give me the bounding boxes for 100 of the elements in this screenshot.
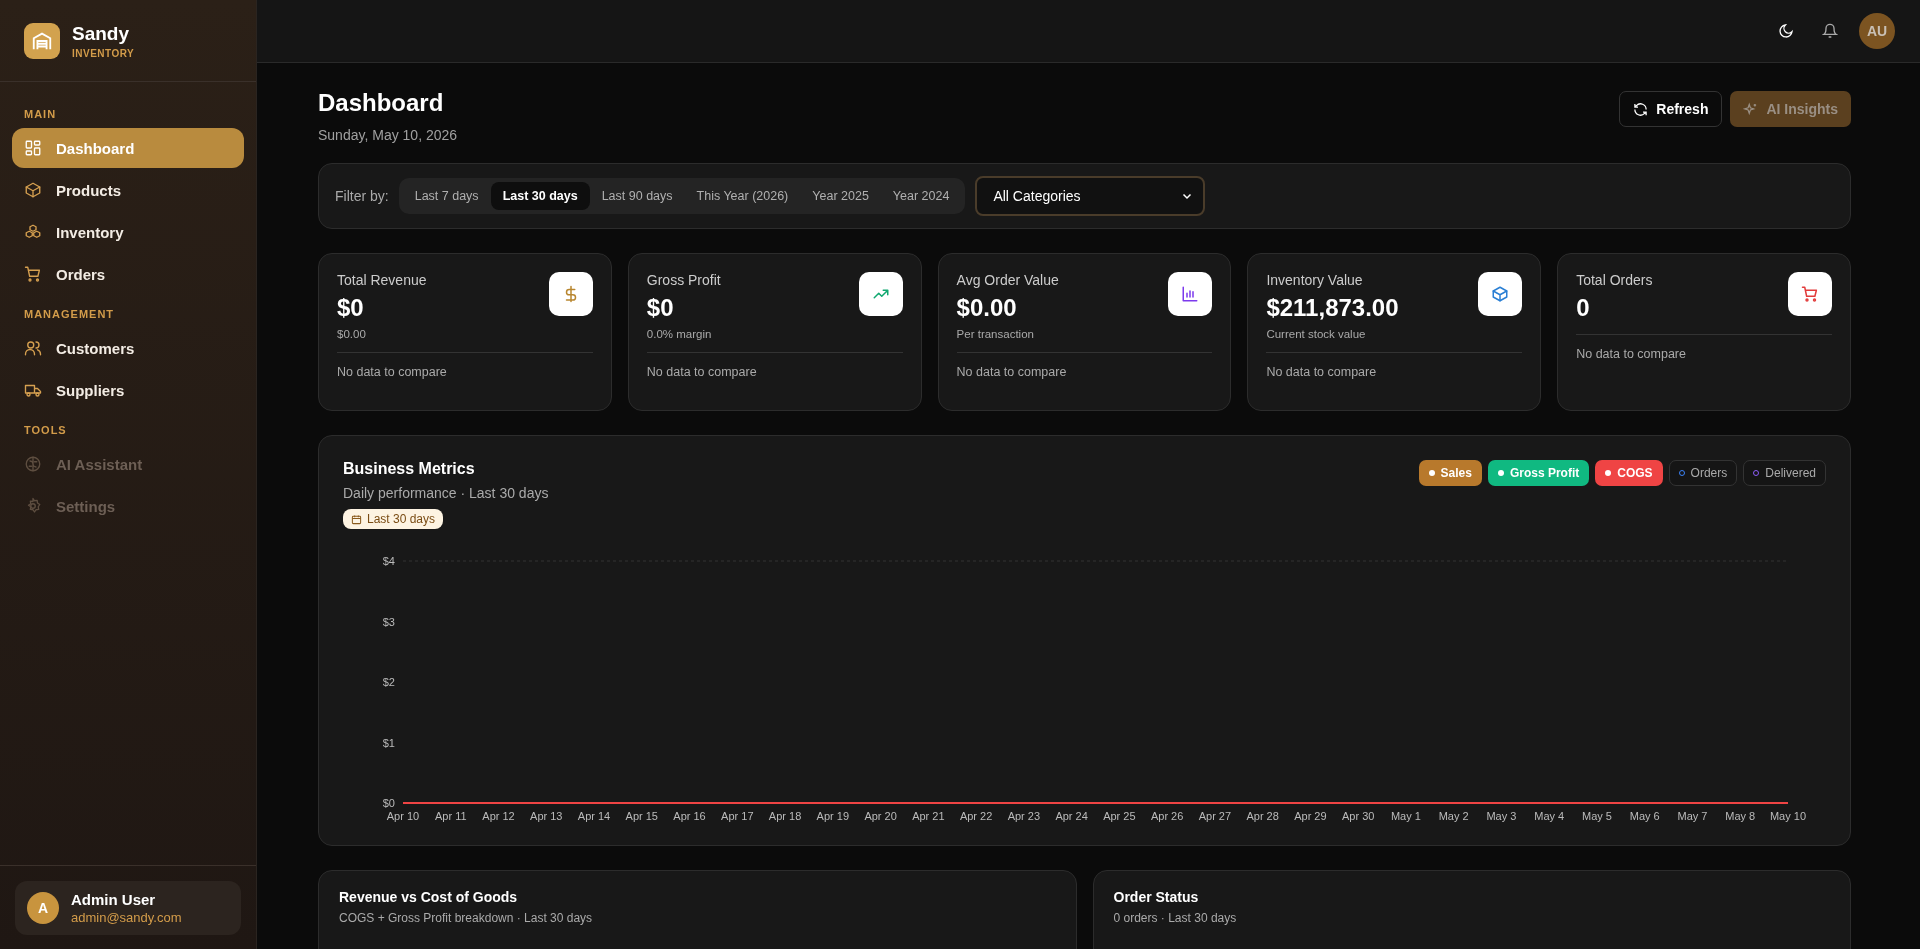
x-axis-label: May 6 (1629, 810, 1660, 822)
stat-subtitle: Current stock value (1266, 328, 1367, 340)
range-tab[interactable]: Year 2025 (800, 182, 881, 210)
panel-title: Revenue vs Cost of Goods (339, 889, 519, 905)
section-heading: MAIN (23, 107, 58, 122)
section-heading: MANAGEMENT (23, 307, 116, 322)
page-title: Dashboard (318, 89, 445, 117)
x-axis-label: Apr 27 (1198, 810, 1232, 822)
cart-icon (24, 265, 42, 283)
refresh-button[interactable]: Refresh (1619, 91, 1723, 127)
range-tab[interactable]: This Year (2026) (684, 182, 801, 210)
users-icon (24, 339, 42, 357)
x-axis-label: Apr 12 (482, 810, 515, 822)
x-axis-label: May 7 (1677, 810, 1708, 822)
sparkles-icon (1743, 101, 1759, 117)
x-axis-label: Apr 15 (625, 810, 658, 822)
range-tab[interactable]: Last 30 days (490, 182, 590, 210)
x-axis-label: Apr 18 (768, 810, 802, 822)
x-axis-label: May 5 (1582, 810, 1612, 822)
panel-title: Business Metrics (343, 460, 476, 478)
stat-subtitle: 0.0% margin (646, 328, 713, 340)
user-card[interactable]: A Admin User admin@sandy.com (15, 881, 241, 935)
legend-dot-icon (1428, 470, 1435, 476)
x-axis-label: Apr 24 (1055, 810, 1088, 822)
x-axis-label: Apr 22 (959, 810, 993, 822)
x-axis-label: Apr 26 (1150, 810, 1184, 822)
boxes-icon (24, 223, 42, 241)
box-icon (24, 181, 42, 199)
stat-subtitle: $0.00 (337, 328, 367, 340)
user-avatar: A (27, 892, 59, 924)
x-axis-label: Apr 14 (577, 810, 611, 822)
x-axis-label: Apr 19 (816, 810, 850, 822)
refresh-icon (1633, 101, 1649, 117)
legend-toggle[interactable]: Delivered (1743, 460, 1826, 486)
warehouse-logo-icon (24, 23, 60, 59)
legend-toggle[interactable]: COGS (1595, 460, 1663, 486)
range-tab[interactable]: Year 2024 (880, 182, 962, 210)
stat-value: $211,873.00 (1266, 294, 1399, 322)
x-axis-label: May 10 (1769, 810, 1807, 822)
stat-value: 0 (1576, 294, 1591, 322)
y-axis-label: $3 (382, 615, 395, 628)
range-tab[interactable]: Last 90 days (589, 182, 685, 210)
page-date: Sunday, May 10, 2026 (318, 127, 458, 143)
panel-subtitle: 0 orders · Last 30 days (1113, 911, 1238, 925)
panel-title: Order Status (1113, 889, 1200, 905)
brand-tagline: INVENTORY (72, 48, 135, 59)
user-name: Admin User (71, 891, 157, 908)
x-axis-label: Apr 17 (721, 810, 754, 822)
filter-label: Filter by: (335, 188, 389, 204)
x-axis-label: Apr 16 (673, 810, 706, 822)
stat-title: Total Revenue (337, 272, 427, 288)
x-axis-label: May 2 (1438, 810, 1469, 822)
stat-title: Avg Order Value (956, 272, 1059, 288)
range-tab[interactable]: Last 7 days (402, 182, 491, 210)
stat-title: Inventory Value (1266, 272, 1364, 288)
stat-comparison: No data to compare (956, 365, 1068, 379)
category-dropdown[interactable]: All Categories (975, 176, 1206, 216)
bell-icon (1822, 23, 1838, 39)
grid-icon (24, 139, 42, 157)
stat-value: $0 (646, 294, 675, 322)
x-axis-label: Apr 30 (1341, 810, 1375, 822)
legend-dot-icon (1497, 470, 1504, 476)
badge-label: Last 30 days (367, 512, 436, 526)
nav-item[interactable]: Suppliers (12, 370, 244, 410)
x-axis-label: Apr 10 (386, 810, 420, 822)
x-axis-label: Apr 11 (434, 810, 467, 822)
x-axis-label: May 1 (1390, 810, 1421, 822)
y-axis-label: $4 (382, 555, 395, 567)
stat-subtitle: Per transaction (956, 328, 1035, 340)
calendar-icon (351, 513, 362, 525)
stat-title: Total Orders (1576, 272, 1653, 288)
x-axis-label: Apr 20 (864, 810, 897, 822)
nav-item[interactable]: Orders (12, 254, 244, 294)
x-axis-label: Apr 23 (1007, 810, 1041, 822)
moon-icon (1778, 23, 1794, 39)
nav-item[interactable]: Inventory (12, 212, 244, 252)
stat-comparison: No data to compare (1576, 347, 1687, 361)
panel-subtitle: Daily performance · Last 30 days (343, 485, 549, 501)
y-axis-label: $0 (382, 797, 395, 809)
nav-item[interactable]: Customers (12, 328, 244, 368)
x-axis-label: May 8 (1725, 810, 1756, 822)
x-axis-label: May 4 (1534, 810, 1565, 822)
x-axis-label: Apr 29 (1294, 810, 1327, 822)
x-axis-label: Apr 28 (1246, 810, 1279, 822)
stat-comparison: No data to compare (1266, 365, 1378, 379)
stat-title: Gross Profit (646, 272, 721, 288)
profile-avatar[interactable]: AU (1859, 13, 1895, 49)
x-axis-label: May 3 (1486, 810, 1517, 822)
x-axis-label: Apr 25 (1103, 810, 1136, 822)
x-axis-label: Apr 21 (912, 810, 945, 822)
nav-item[interactable]: Products (12, 170, 244, 210)
legend-toggle[interactable]: Sales (1418, 460, 1482, 486)
stat-comparison: No data to compare (337, 365, 448, 379)
stat-value: $0 (337, 294, 365, 322)
x-axis-label: Apr 13 (530, 810, 563, 822)
legend-toggle[interactable]: Orders (1668, 460, 1738, 486)
stat-value: $0.00 (956, 294, 1018, 322)
user-email: admin@sandy.com (71, 910, 182, 925)
panel-subtitle: COGS + Gross Profit breakdown · Last 30 days (339, 911, 594, 925)
stat-comparison: No data to compare (646, 365, 758, 379)
